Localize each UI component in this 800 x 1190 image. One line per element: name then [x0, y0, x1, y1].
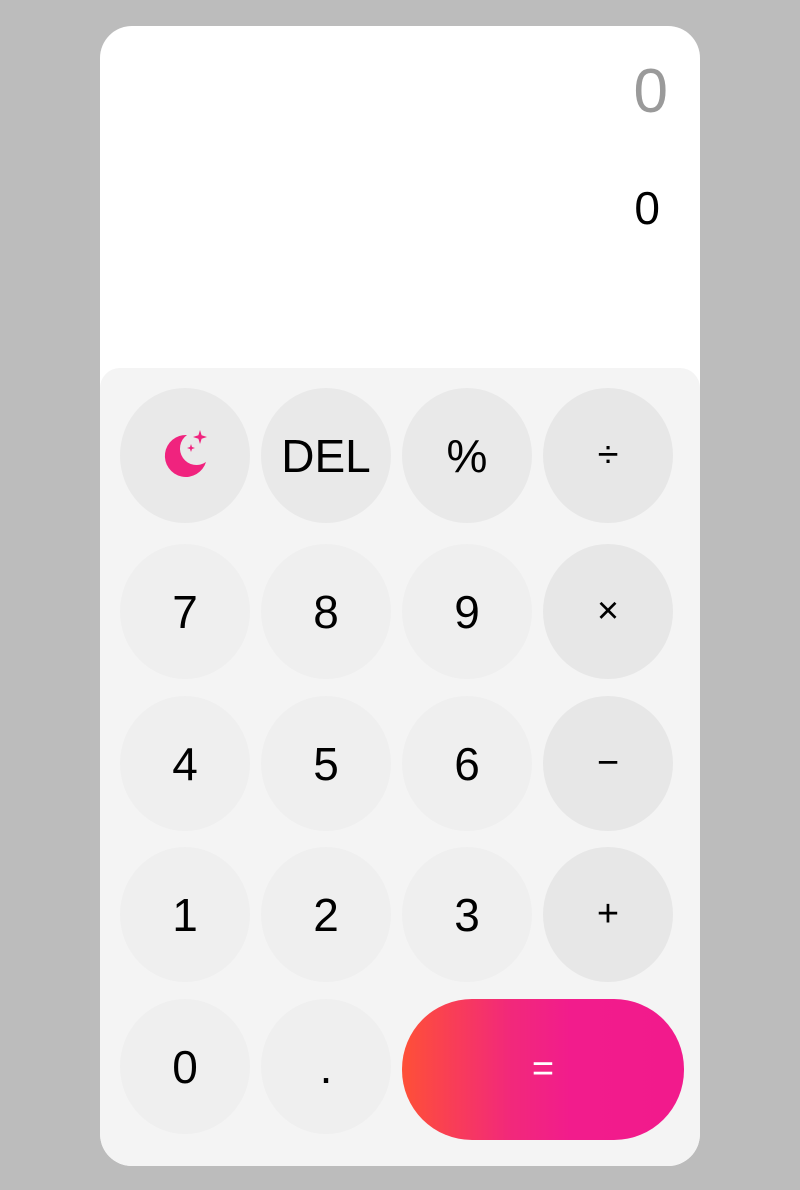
- percent-button[interactable]: %: [402, 388, 532, 523]
- current-operand: 0: [634, 182, 660, 234]
- keypad: DEL % ÷ 7 8 9 × 4 5 6 − 1 2 3 + 0 . =: [100, 368, 700, 1166]
- delete-button[interactable]: DEL: [261, 388, 391, 523]
- add-button[interactable]: +: [543, 847, 673, 982]
- digit-2-button[interactable]: 2: [261, 847, 391, 982]
- moon-stars-icon: [164, 429, 207, 477]
- calculator: 0 0 DEL % ÷ 7 8 9 × 4 5 6 − 1 2 3 + 0 . …: [100, 26, 700, 1166]
- theme-toggle-button[interactable]: [120, 388, 250, 523]
- digit-7-button[interactable]: 7: [120, 544, 250, 679]
- digit-6-button[interactable]: 6: [402, 696, 532, 831]
- subtract-button[interactable]: −: [543, 696, 673, 831]
- equals-button[interactable]: =: [402, 999, 684, 1140]
- digit-0-button[interactable]: 0: [120, 999, 250, 1134]
- digit-1-button[interactable]: 1: [120, 847, 250, 982]
- digit-9-button[interactable]: 9: [402, 544, 532, 679]
- multiply-button[interactable]: ×: [543, 544, 673, 679]
- previous-operand: 0: [633, 57, 668, 126]
- digit-5-button[interactable]: 5: [261, 696, 391, 831]
- divide-button[interactable]: ÷: [543, 388, 673, 523]
- digit-8-button[interactable]: 8: [261, 544, 391, 679]
- digit-3-button[interactable]: 3: [402, 847, 532, 982]
- digit-4-button[interactable]: 4: [120, 696, 250, 831]
- display: 0 0: [100, 26, 700, 368]
- decimal-button[interactable]: .: [261, 999, 391, 1134]
